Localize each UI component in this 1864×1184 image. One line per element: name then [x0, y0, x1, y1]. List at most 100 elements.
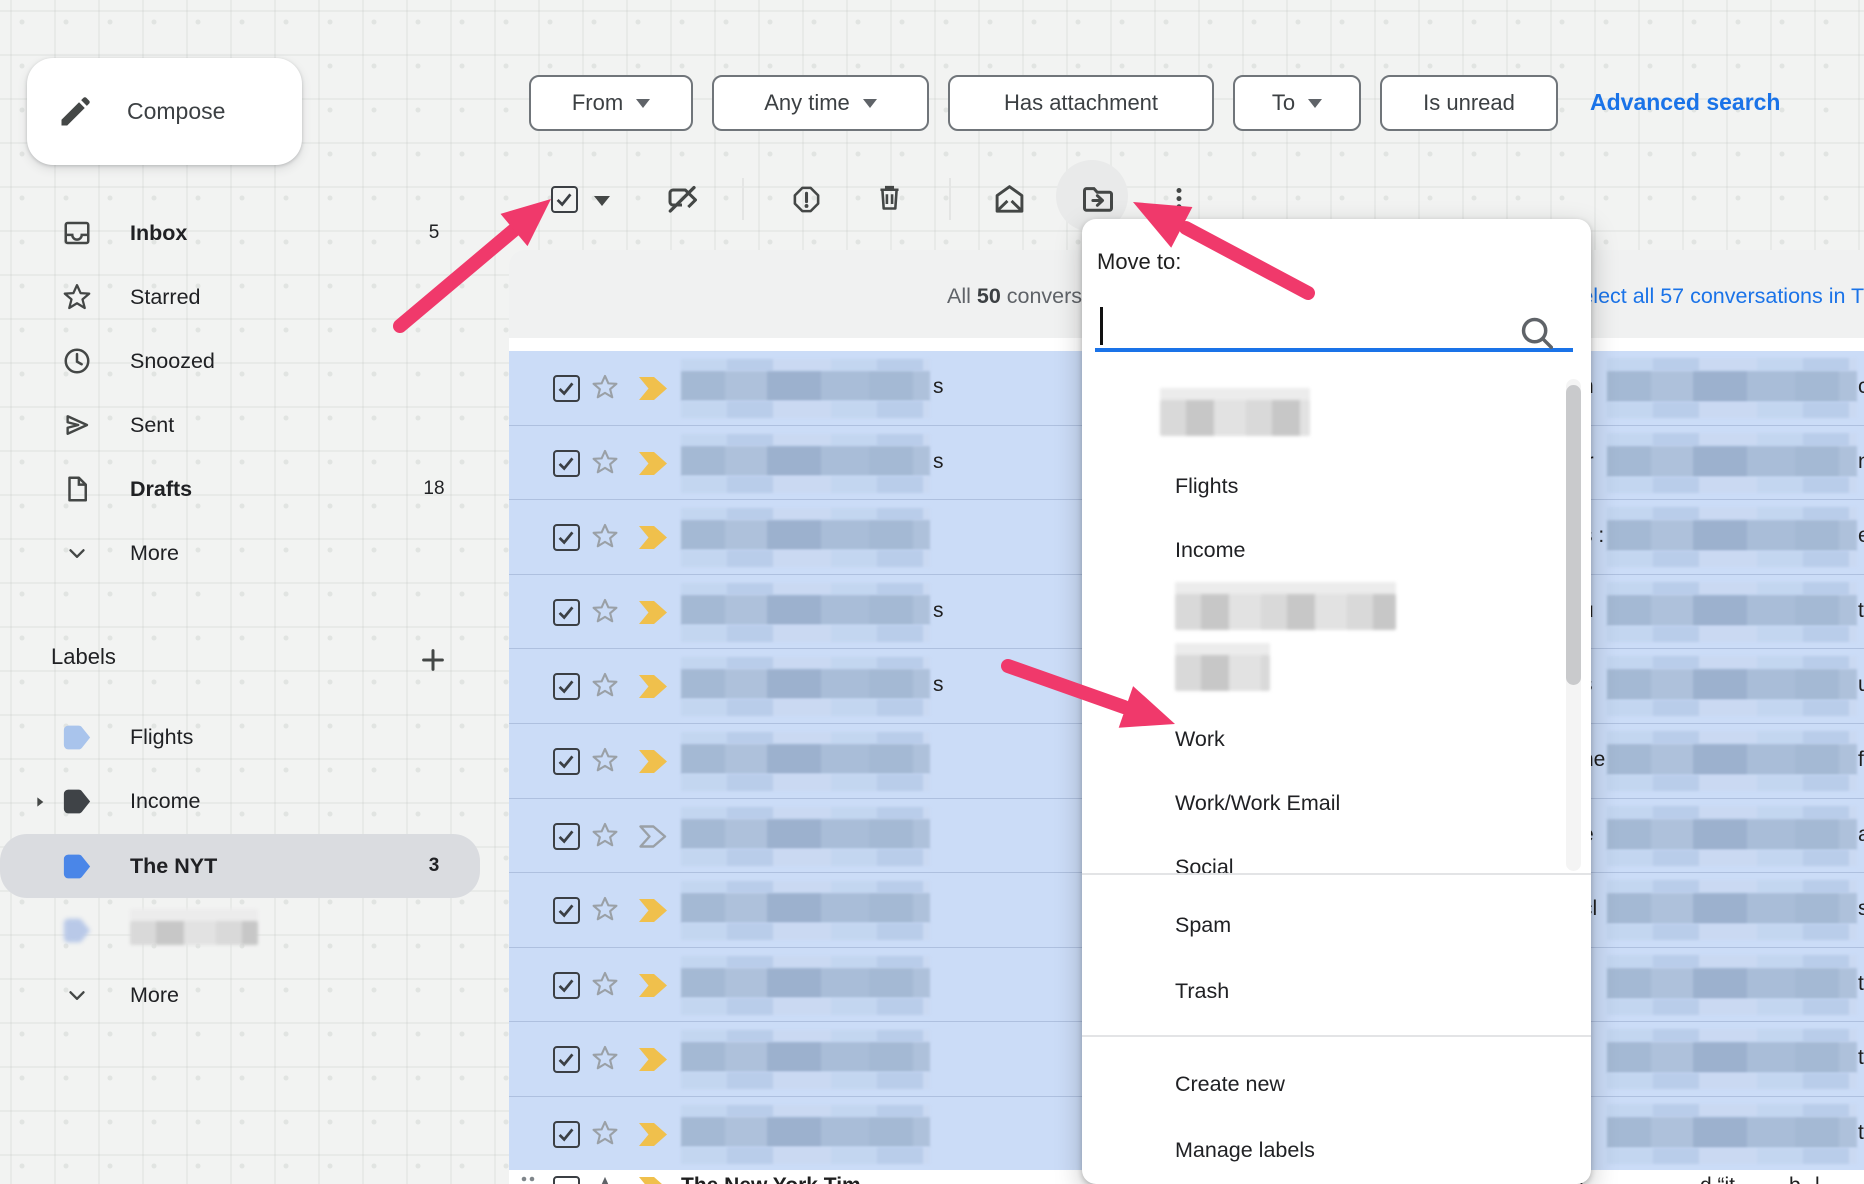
mark-read-icon[interactable] — [992, 182, 1027, 217]
report-spam-icon[interactable] — [791, 184, 822, 215]
importance-marker-icon[interactable] — [639, 601, 668, 624]
menu-item-manage-labels[interactable]: Manage labels — [1082, 1118, 1562, 1182]
importance-marker-icon[interactable] — [639, 675, 668, 698]
filter-chip-to[interactable]: To — [1233, 75, 1361, 131]
sidebar-item-drafts[interactable]: Drafts 18 — [0, 457, 480, 521]
blurred-sender — [681, 657, 930, 669]
star-icon[interactable] — [591, 1044, 619, 1072]
blurred-sender — [681, 520, 930, 550]
row-checkbox[interactable] — [553, 1121, 580, 1148]
row-checkbox[interactable] — [553, 524, 580, 551]
row-checkbox[interactable] — [553, 673, 580, 700]
label-search-input[interactable] — [1095, 299, 1515, 347]
select-all-checkbox[interactable] — [551, 186, 578, 213]
menu-scrollbar-thumb[interactable] — [1566, 385, 1581, 685]
sidebar-item-snoozed[interactable]: Snoozed — [0, 329, 480, 393]
importance-marker-icon[interactable] — [639, 1048, 668, 1071]
star-icon[interactable] — [591, 1119, 619, 1147]
importance-marker-icon[interactable] — [639, 974, 668, 997]
importance-marker-icon[interactable] — [639, 377, 668, 400]
blurred-sender — [681, 550, 930, 567]
blurred-snippet — [1607, 700, 1857, 716]
importance-marker-icon[interactable] — [639, 1177, 668, 1184]
filter-chip-has-attachment[interactable]: Has attachment — [948, 75, 1214, 131]
blurred-label-item[interactable] — [1175, 655, 1270, 691]
sidebar-item-sent[interactable]: Sent — [0, 393, 480, 457]
blurred-snippet — [1607, 1148, 1857, 1164]
menu-item-flights[interactable]: Flights — [1082, 454, 1562, 518]
star-icon[interactable] — [591, 821, 619, 849]
drag-handle-icon[interactable] — [519, 1174, 537, 1184]
sidebar-item-inbox[interactable]: Inbox 5 — [0, 201, 480, 265]
sidebar-item-more[interactable]: More — [0, 521, 480, 585]
sidebar-label-income[interactable]: Income — [0, 770, 480, 834]
row-checkbox[interactable] — [553, 599, 580, 626]
blurred-snippet — [1607, 595, 1857, 626]
star-icon[interactable] — [591, 1174, 619, 1184]
row-checkbox[interactable] — [553, 375, 580, 402]
importance-marker-icon[interactable] — [639, 452, 668, 475]
move-to-icon[interactable] — [1080, 181, 1116, 217]
row-checkbox[interactable] — [553, 823, 580, 850]
label-tag-icon — [62, 788, 92, 815]
blurred-snippet — [1607, 819, 1857, 850]
compose-button[interactable]: Compose — [27, 58, 302, 165]
star-icon[interactable] — [591, 373, 619, 401]
advanced-search-link[interactable]: Advanced search — [1590, 89, 1780, 116]
menu-item-work-work-email[interactable]: Work/Work Email — [1082, 771, 1562, 835]
filter-chip-from[interactable]: From — [529, 75, 693, 131]
menu-item-spam[interactable]: Spam — [1082, 893, 1562, 957]
remove-label-icon[interactable] — [664, 181, 700, 217]
filter-chip-any-time[interactable]: Any time — [712, 75, 929, 131]
blurred-label-item[interactable] — [1160, 400, 1310, 436]
star-icon[interactable] — [591, 671, 619, 699]
blurred-snippet — [1607, 850, 1857, 866]
selection-caret-icon[interactable] — [594, 196, 610, 206]
star-icon[interactable] — [591, 597, 619, 625]
importance-marker-icon[interactable] — [639, 526, 668, 549]
sidebar-labels-more[interactable]: More — [0, 963, 480, 1027]
importance-marker-icon[interactable] — [639, 825, 668, 848]
blurred-label-item[interactable] — [1175, 594, 1396, 630]
chevron-down-icon — [1308, 99, 1322, 108]
add-label-button[interactable] — [418, 645, 448, 675]
star-icon[interactable] — [591, 522, 619, 550]
row-checkbox[interactable] — [553, 1046, 580, 1073]
importance-marker-icon[interactable] — [639, 750, 668, 773]
row-checkbox[interactable] — [553, 972, 580, 999]
row-checkbox[interactable] — [553, 748, 580, 775]
delete-icon[interactable] — [874, 182, 905, 213]
blurred-sender — [681, 774, 930, 791]
text-fragment: t — [1858, 1046, 1864, 1070]
star-icon[interactable] — [591, 970, 619, 998]
menu-item-create-new[interactable]: Create new — [1082, 1052, 1562, 1116]
star-icon[interactable] — [591, 746, 619, 774]
importance-marker-icon[interactable] — [639, 1123, 668, 1146]
filter-chip-is-unread[interactable]: Is unread — [1380, 75, 1558, 131]
importance-marker-icon[interactable] — [639, 899, 668, 922]
blurred-snippet — [1607, 924, 1857, 940]
star-icon[interactable] — [591, 895, 619, 923]
blurred-sender — [681, 732, 930, 744]
label-tag-icon — [62, 724, 92, 751]
menu-item-social[interactable]: Social — [1082, 835, 1562, 873]
more-options-icon[interactable] — [1164, 183, 1194, 213]
expand-label-icon[interactable] — [32, 794, 48, 810]
blurred-snippet — [1607, 507, 1857, 520]
row-checkbox[interactable] — [553, 1176, 580, 1184]
select-all-link[interactable]: Select all 57 conversations in The NYT — [1567, 284, 1864, 309]
sidebar-item-starred[interactable]: Starred — [0, 265, 480, 329]
search-icon[interactable] — [1518, 314, 1556, 352]
blurred-sender — [681, 508, 930, 520]
menu-item-work[interactable]: Work — [1082, 707, 1562, 771]
sidebar-label-flights[interactable]: Flights — [0, 705, 480, 769]
star-icon[interactable] — [591, 448, 619, 476]
menu-item-income[interactable]: Income — [1082, 518, 1562, 582]
menu-item-trash[interactable]: Trash — [1082, 959, 1562, 1023]
toolbar-divider — [949, 178, 951, 220]
sidebar-label-blurred[interactable] — [0, 899, 480, 963]
sidebar-label-the-nyt[interactable]: The NYT 3 — [0, 834, 480, 898]
row-checkbox[interactable] — [553, 897, 580, 924]
search-filter-chips: From Any time Has attachment To Is unread — [529, 75, 1558, 131]
row-checkbox[interactable] — [553, 450, 580, 477]
